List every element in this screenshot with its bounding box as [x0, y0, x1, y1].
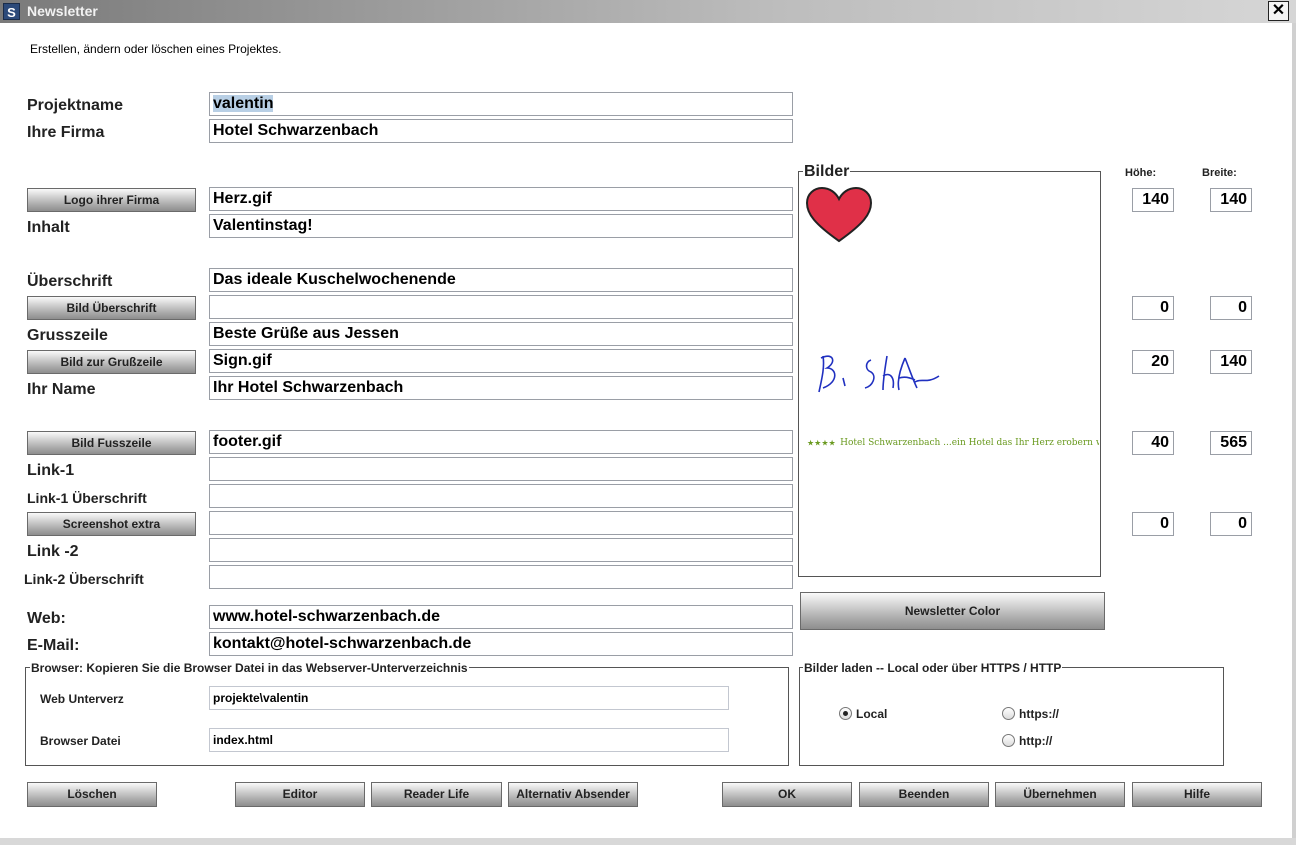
screenshot-extra-button[interactable]: Screenshot extra	[27, 512, 196, 536]
breite-input-3[interactable]: 140	[1210, 350, 1252, 374]
hoehe-input-1[interactable]: 140	[1132, 188, 1174, 212]
radio-https-label: https://	[1019, 707, 1059, 721]
window-border-right	[1292, 23, 1296, 845]
alternativ-absender-button[interactable]: Alternativ Absender	[508, 782, 638, 807]
bilder-laden-title: Bilder laden -- Local oder über HTTPS / …	[803, 661, 1063, 675]
link2-input[interactable]	[209, 538, 793, 562]
web-unterverz-label: Web Unterverz	[40, 692, 124, 706]
footer-stars-icon: ★★★★	[807, 438, 836, 448]
email-input[interactable]: kontakt@hotel-schwarzenbach.de	[209, 632, 793, 656]
bild-grusszeile-input[interactable]: Sign.gif	[209, 349, 793, 373]
projektname-label: Projektname	[27, 97, 124, 114]
bild-ueberschrift-input[interactable]	[209, 295, 793, 319]
web-label: Web:	[27, 610, 66, 627]
window-border-bottom	[0, 838, 1296, 845]
ueberschrift-input[interactable]: Das ideale Kuschelwochenende	[209, 268, 793, 292]
link2-label: Link -2	[27, 543, 79, 560]
ihr-name-label: Ihr Name	[27, 381, 96, 398]
link1-ueberschrift-input[interactable]	[209, 484, 793, 508]
reader-life-button[interactable]: Reader Life	[371, 782, 502, 807]
grusszeile-label: Grusszeile	[27, 327, 108, 344]
radio-local[interactable]	[839, 707, 852, 720]
browser-datei-input[interactable]: index.html	[209, 728, 729, 752]
window-title: Newsletter	[27, 3, 98, 19]
bilder-title: Bilder	[803, 163, 851, 181]
radio-http-label: http://	[1019, 734, 1053, 748]
bilder-panel: ★★★★ Hotel Schwarzenbach ...ein Hotel da…	[798, 171, 1101, 577]
description-text: Erstellen, ändern oder löschen eines Pro…	[30, 42, 282, 56]
breite-input-2[interactable]: 0	[1210, 296, 1252, 320]
screenshot-input[interactable]	[209, 511, 793, 535]
hoehe-input-3[interactable]: 20	[1132, 350, 1174, 374]
breite-header: Breite:	[1202, 167, 1237, 179]
browser-group-title: Browser: Kopieren Sie die Browser Datei …	[30, 661, 469, 675]
heart-icon	[805, 186, 873, 243]
beenden-button[interactable]: Beenden	[859, 782, 989, 807]
bild-fusszeile-button[interactable]: Bild Fusszeile	[27, 431, 196, 455]
hoehe-input-5[interactable]: 0	[1132, 512, 1174, 536]
footer-image-text: Hotel Schwarzenbach ...ein Hotel das Ihr…	[840, 437, 1099, 448]
radio-http[interactable]	[1002, 734, 1015, 747]
radio-https[interactable]	[1002, 707, 1015, 720]
web-input[interactable]: www.hotel-schwarzenbach.de	[209, 605, 793, 629]
inhalt-input[interactable]: Valentinstag!	[209, 214, 793, 238]
inhalt-label: Inhalt	[27, 219, 70, 236]
ueberschrift-label: Überschrift	[27, 273, 113, 290]
close-button[interactable]: ✕	[1268, 1, 1289, 21]
breite-input-1[interactable]: 140	[1210, 188, 1252, 212]
email-label: E-Mail:	[27, 637, 80, 654]
hoehe-header: Höhe:	[1125, 167, 1157, 179]
link1-input[interactable]	[209, 457, 793, 481]
web-unterverz-input[interactable]: projekte\valentin	[209, 686, 729, 710]
browser-datei-label: Browser Datei	[40, 734, 121, 748]
ihr-name-input[interactable]: Ihr Hotel Schwarzenbach	[209, 376, 793, 400]
hilfe-button[interactable]: Hilfe	[1132, 782, 1262, 807]
uebernehmen-button[interactable]: Übernehmen	[995, 782, 1125, 807]
firma-input[interactable]: Hotel Schwarzenbach	[209, 119, 793, 143]
bild-fusszeile-input[interactable]: footer.gif	[209, 430, 793, 454]
link1-ueberschrift-label: Link-1 Überschrift	[27, 490, 147, 506]
title-bar: S Newsletter ✕	[0, 0, 1296, 23]
loeschen-button[interactable]: Löschen	[27, 782, 157, 807]
logo-input[interactable]: Herz.gif	[209, 187, 793, 211]
signature-image	[818, 355, 940, 393]
grusszeile-input[interactable]: Beste Grüße aus Jessen	[209, 322, 793, 346]
radio-local-label: Local	[856, 707, 888, 721]
footer-image: ★★★★ Hotel Schwarzenbach ...ein Hotel da…	[807, 434, 1099, 458]
hoehe-input-2[interactable]: 0	[1132, 296, 1174, 320]
link2-ueberschrift-input[interactable]	[209, 565, 793, 589]
link2-ueberschrift-label: Link-2 Überschrift	[24, 571, 144, 587]
projektname-input[interactable]: valentin	[209, 92, 793, 116]
breite-input-5[interactable]: 0	[1210, 512, 1252, 536]
ok-button[interactable]: OK	[722, 782, 852, 807]
app-icon: S	[3, 3, 20, 20]
link1-label: Link-1	[27, 462, 75, 479]
bild-ueberschrift-button[interactable]: Bild Überschrift	[27, 296, 196, 320]
breite-input-4[interactable]: 565	[1210, 431, 1252, 455]
firma-label: Ihre Firma	[27, 124, 105, 141]
projektname-value: valentin	[213, 95, 274, 112]
newsletter-color-button[interactable]: Newsletter Color	[800, 592, 1105, 630]
editor-button[interactable]: Editor	[235, 782, 365, 807]
bild-grusszeile-button[interactable]: Bild zur Grußzeile	[27, 350, 196, 374]
logo-button[interactable]: Logo ihrer Firma	[27, 188, 196, 212]
hoehe-input-4[interactable]: 40	[1132, 431, 1174, 455]
